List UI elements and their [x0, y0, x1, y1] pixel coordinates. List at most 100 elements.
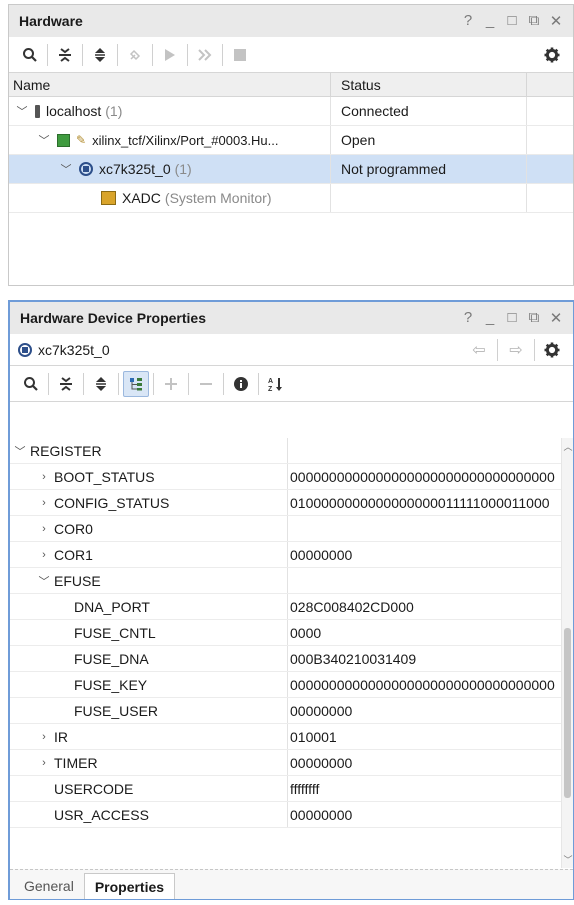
property-row-fuse-key[interactable]: FUSE_KEY 0000000000000000000000000000000…: [10, 672, 570, 698]
property-row-fuse-dna[interactable]: FUSE_DNA 000B340210031409: [10, 646, 570, 672]
run-icon[interactable]: [157, 42, 183, 68]
window-buttons: ? _ □ ⧉ ✕: [461, 309, 563, 327]
chevron-right-icon[interactable]: ›: [38, 757, 50, 769]
help-button[interactable]: ?: [461, 309, 475, 327]
collapse-all-icon[interactable]: [53, 371, 79, 397]
edit-icon: ✎: [76, 133, 87, 147]
property-key: USR_ACCESS: [54, 806, 149, 823]
chevron-right-icon[interactable]: ›: [38, 471, 50, 483]
tree-status: [331, 184, 527, 212]
property-value: 00000000: [290, 806, 353, 823]
chevron-right-icon[interactable]: ›: [38, 549, 50, 561]
maximize-button[interactable]: □: [505, 309, 519, 327]
property-row-register[interactable]: ﹀ REGISTER: [10, 438, 570, 464]
hardware-panel: Hardware ? _ □ ⧉ ✕ Name Status ﹀ localho…: [8, 4, 574, 286]
property-row-cor0[interactable]: › COR0: [10, 516, 570, 542]
chevron-down-icon[interactable]: ﹀: [14, 443, 26, 459]
device-name-row: xc7k325t_0 ⇦ ⇨: [10, 334, 573, 366]
tree-row-xadc[interactable]: XADC (System Monitor): [9, 184, 573, 213]
property-row-fuse-cntl[interactable]: FUSE_CNTL 0000: [10, 620, 570, 646]
chevron-down-icon[interactable]: ﹀: [37, 132, 51, 148]
property-value: 00000000: [290, 546, 353, 563]
tree-status: Connected: [331, 97, 527, 125]
maximize-button[interactable]: □: [505, 12, 519, 30]
scroll-down-icon[interactable]: ﹀: [562, 853, 573, 866]
stop-icon[interactable]: [227, 42, 253, 68]
forward-arrow-icon[interactable]: ⇨: [502, 340, 530, 360]
property-row-cor1[interactable]: › COR1 00000000: [10, 542, 570, 568]
property-key: DNA_PORT: [74, 598, 150, 615]
hardware-table-header: Name Status: [9, 73, 573, 97]
hardware-toolbar: [9, 37, 573, 73]
remove-icon[interactable]: [193, 371, 219, 397]
property-key: FUSE_USER: [74, 702, 159, 719]
float-button[interactable]: ⧉: [527, 309, 541, 327]
chevron-down-icon[interactable]: ﹀: [15, 103, 29, 119]
property-row-fuse-user[interactable]: FUSE_USER 00000000: [10, 698, 570, 724]
expand-all-icon[interactable]: [88, 371, 114, 397]
tree-count: (1): [174, 161, 192, 177]
info-icon[interactable]: [228, 371, 254, 397]
settings-icon[interactable]: [539, 337, 565, 363]
property-row-ir[interactable]: › IR 010001: [10, 724, 570, 750]
minimize-button[interactable]: _: [483, 12, 497, 30]
auto-connect-icon[interactable]: [122, 42, 148, 68]
tree-status: Not programmed: [331, 155, 527, 183]
add-icon[interactable]: [158, 371, 184, 397]
tree-label: xilinx_tcf/Xilinx/Port_#0003.Hu...: [92, 132, 279, 148]
minimize-button[interactable]: _: [483, 309, 497, 327]
settings-icon[interactable]: [539, 42, 565, 68]
property-row-boot-status[interactable]: › BOOT_STATUS 000000000000000000000000000…: [10, 464, 570, 490]
property-key: FUSE_DNA: [74, 650, 149, 667]
column-header-status[interactable]: Status: [331, 73, 527, 96]
close-button[interactable]: ✕: [549, 309, 563, 327]
sort-icon[interactable]: AZ: [263, 371, 289, 397]
close-button[interactable]: ✕: [549, 12, 563, 30]
property-row-dna-port[interactable]: DNA_PORT 028C008402CD000: [10, 594, 570, 620]
chevron-down-icon[interactable]: ﹀: [59, 161, 73, 177]
search-icon[interactable]: [17, 42, 43, 68]
help-button[interactable]: ?: [461, 12, 475, 30]
collapse-all-icon[interactable]: [52, 42, 78, 68]
tab-general[interactable]: General: [14, 873, 84, 899]
property-value: 000B340210031409: [290, 650, 417, 667]
float-button[interactable]: ⧉: [527, 12, 541, 30]
property-value: 028C008402CD000: [290, 598, 414, 615]
property-row-timer[interactable]: › TIMER 00000000: [10, 750, 570, 776]
hardware-title: Hardware: [19, 13, 83, 29]
property-value: 00000000: [290, 754, 353, 771]
search-icon[interactable]: [18, 371, 44, 397]
column-header-name[interactable]: Name: [9, 73, 331, 96]
chevron-down-icon[interactable]: ﹀: [38, 573, 50, 589]
jtag-target-icon: [57, 133, 70, 147]
property-value: 0000000000000000000000000000000000: [290, 676, 555, 693]
tab-properties[interactable]: Properties: [83, 873, 176, 899]
properties-table: ﹀ REGISTER › BOOT_STATUS 00000000000000000…: [10, 438, 570, 868]
tree-row-device[interactable]: ﹀ xc7k325t_0 (1) Not programmed: [9, 155, 573, 184]
property-row-efuse[interactable]: ﹀ EFUSE: [10, 568, 570, 594]
scroll-up-icon[interactable]: ︿: [562, 440, 573, 453]
skip-icon[interactable]: [192, 42, 218, 68]
chip-icon: [18, 342, 32, 357]
scrollbar-thumb[interactable]: [564, 628, 571, 798]
chevron-right-icon[interactable]: ›: [38, 731, 50, 743]
property-key: COR1: [54, 546, 93, 563]
property-row-usercode[interactable]: USERCODE ffffffff: [10, 776, 570, 802]
chevron-right-icon[interactable]: ›: [38, 497, 50, 509]
back-arrow-icon[interactable]: ⇦: [465, 340, 493, 360]
chevron-right-icon[interactable]: ›: [38, 523, 50, 535]
property-key: USERCODE: [54, 780, 134, 797]
tree-row-jtag-target[interactable]: ﹀ ✎ xilinx_tcf/Xilinx/Port_#0003.Hu... O…: [9, 126, 573, 155]
property-row-config-status[interactable]: › CONFIG_STATUS 0100000000000000000011111…: [10, 490, 570, 516]
device-properties-titlebar: Hardware Device Properties ? _ □ ⧉ ✕: [10, 302, 573, 334]
expand-all-icon[interactable]: [87, 42, 113, 68]
property-key: TIMER: [54, 754, 98, 771]
server-icon: [35, 104, 40, 118]
properties-scrollbar[interactable]: ︿ ﹀: [561, 438, 573, 868]
group-icon[interactable]: [123, 370, 149, 397]
property-value: 0000: [290, 624, 322, 641]
xadc-icon: [101, 191, 116, 205]
property-row-usr-access[interactable]: USR_ACCESS 00000000: [10, 802, 570, 828]
property-key: IR: [54, 728, 68, 745]
tree-row-localhost[interactable]: ﹀ localhost (1) Connected: [9, 97, 573, 126]
